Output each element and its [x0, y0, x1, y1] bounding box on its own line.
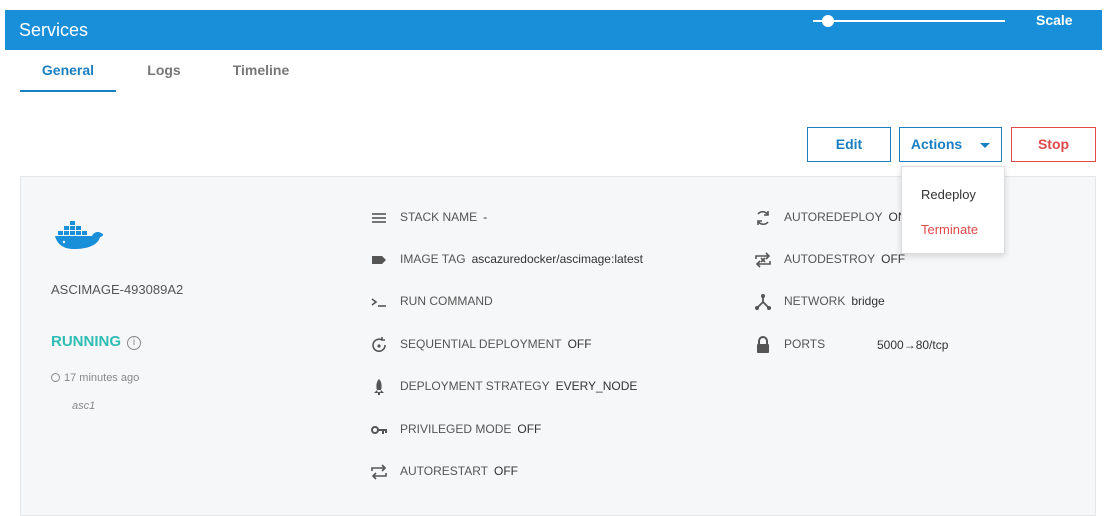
actions-button-label: Actions — [910, 136, 963, 152]
terminate-menu-item[interactable]: Terminate — [921, 222, 978, 237]
autoredeploy-icon — [757, 210, 769, 226]
run-command-label: RUN COMMAND — [400, 294, 493, 308]
autoredeploy-label: AUTOREDEPLOY — [784, 210, 883, 224]
rocket-icon — [374, 379, 384, 395]
sequential-icon — [372, 337, 386, 352]
status-badge: RUNNING i — [51, 333, 141, 350]
service-name: ASCIMAGE-493089A2 — [51, 282, 184, 297]
tab-timeline[interactable]: Timeline — [220, 58, 302, 92]
scale-slider-track[interactable] — [813, 20, 1005, 22]
terminal-icon — [371, 298, 386, 307]
clock-icon — [51, 373, 60, 382]
uptime: 17 minutes ago — [51, 372, 139, 384]
edit-button[interactable]: Edit — [807, 127, 891, 162]
lock-icon — [757, 336, 769, 353]
stack-name-label: STACK NAME — [400, 210, 478, 224]
image-tag-value: ascazuredocker/ascimage:latest — [471, 252, 643, 266]
network-value: bridge — [851, 294, 885, 308]
autorestart-value: OFF — [494, 464, 519, 478]
caret-down-icon — [980, 142, 991, 148]
redeploy-menu-item[interactable]: Redeploy — [921, 187, 976, 202]
tab-logs[interactable]: Logs — [136, 58, 192, 92]
stop-button-label: Stop — [1037, 136, 1070, 152]
autodestroy-value: OFF — [881, 252, 906, 266]
autodestroy-icon — [755, 252, 771, 268]
autodestroy-label: AUTODESTROY — [784, 252, 876, 266]
autorestart-icon — [371, 464, 387, 480]
stack-icon — [372, 213, 386, 223]
actions-dropdown: Redeploy Terminate — [901, 166, 1005, 254]
info-icon[interactable]: i — [127, 336, 141, 350]
autorestart-label: AUTORESTART — [400, 464, 489, 478]
privileged-mode-label: PRIVILEGED MODE — [400, 422, 512, 436]
stack-name-value: - — [483, 210, 488, 224]
privileged-mode-value: OFF — [517, 422, 542, 436]
deployment-strategy-label: DEPLOYMENT STRATEGY — [400, 379, 550, 393]
stop-button[interactable]: Stop — [1011, 127, 1096, 162]
sequential-deployment-label: SEQUENTIAL DEPLOYMENT — [400, 337, 562, 351]
network-icon — [755, 294, 771, 310]
scale-label: Scale — [1036, 12, 1073, 28]
ports-value: 5000→80/tcp — [877, 338, 949, 352]
services-header: Services — [5, 10, 1102, 50]
ports-label: PORTS — [784, 337, 826, 351]
key-icon — [371, 426, 387, 434]
network-label: NETWORK — [784, 294, 846, 308]
docker-icon — [55, 221, 104, 249]
image-tag-label: IMAGE TAG — [400, 252, 466, 266]
deployment-strategy-value: EVERY_NODE — [555, 379, 638, 393]
tab-general[interactable]: General — [20, 58, 116, 92]
sequential-deployment-value: OFF — [567, 337, 592, 351]
actions-button[interactable]: Actions — [899, 127, 1002, 162]
node-name: asc1 — [72, 400, 96, 412]
page-title: Services — [19, 20, 89, 40]
tag-icon — [372, 256, 386, 264]
uptime-text: 17 minutes ago — [64, 372, 140, 384]
status-text: RUNNING — [51, 333, 121, 350]
edit-button-label: Edit — [835, 136, 863, 152]
